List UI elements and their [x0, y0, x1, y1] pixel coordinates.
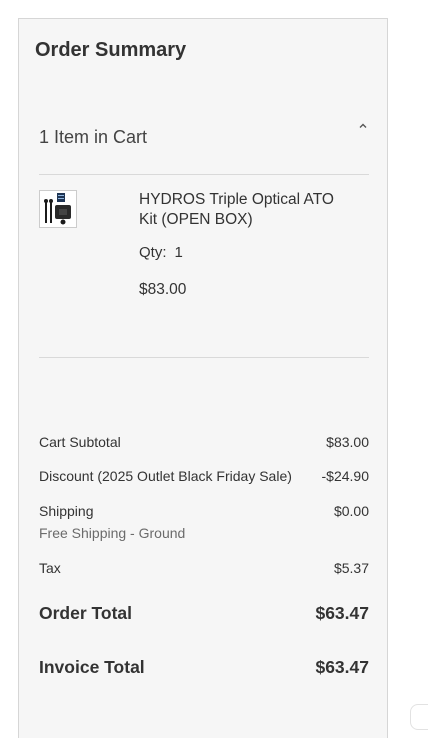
order-summary-title: Order Summary	[35, 39, 187, 61]
product-thumbnail[interactable]	[39, 190, 77, 228]
shipping-method: Free Shipping - Ground	[39, 525, 186, 541]
order-summary-panel: Order Summary 1 Item in Cart HYDROS Trip…	[18, 18, 388, 738]
qty-value: 1	[174, 244, 183, 261]
subtotal-value: $83.00	[326, 434, 369, 450]
discount-value: -$24.90	[321, 468, 369, 484]
tax-label: Tax	[39, 560, 61, 576]
shipping-label: Shipping	[39, 503, 94, 519]
qty-label: Qty:	[139, 244, 167, 261]
cart-items-toggle[interactable]: 1 Item in Cart	[39, 123, 369, 157]
invoice-total-label: Invoice Total	[39, 657, 145, 677]
order-total-label: Order Total	[39, 603, 133, 623]
product-price: $83.00	[139, 281, 187, 298]
discount-label: Discount (2025 Outlet Black Friday Sale)	[39, 468, 292, 484]
product-name-link[interactable]: HYDROS Triple Optical ATO Kit (OPEN BOX)	[139, 190, 349, 230]
shipping-value: $0.00	[333, 503, 369, 519]
floating-widget-corner[interactable]	[410, 704, 428, 730]
cart-item-count: 1 Item in Cart	[39, 127, 148, 147]
subtotal-label: Cart Subtotal	[39, 434, 121, 450]
order-total-value: $63.47	[315, 603, 369, 623]
divider	[39, 357, 369, 358]
divider	[39, 174, 369, 175]
tax-value: $5.37	[333, 560, 369, 576]
invoice-total-value: $63.47	[315, 657, 369, 677]
chevron-up-icon[interactable]	[357, 119, 369, 131]
product-quantity: Qty: 1	[139, 244, 183, 261]
